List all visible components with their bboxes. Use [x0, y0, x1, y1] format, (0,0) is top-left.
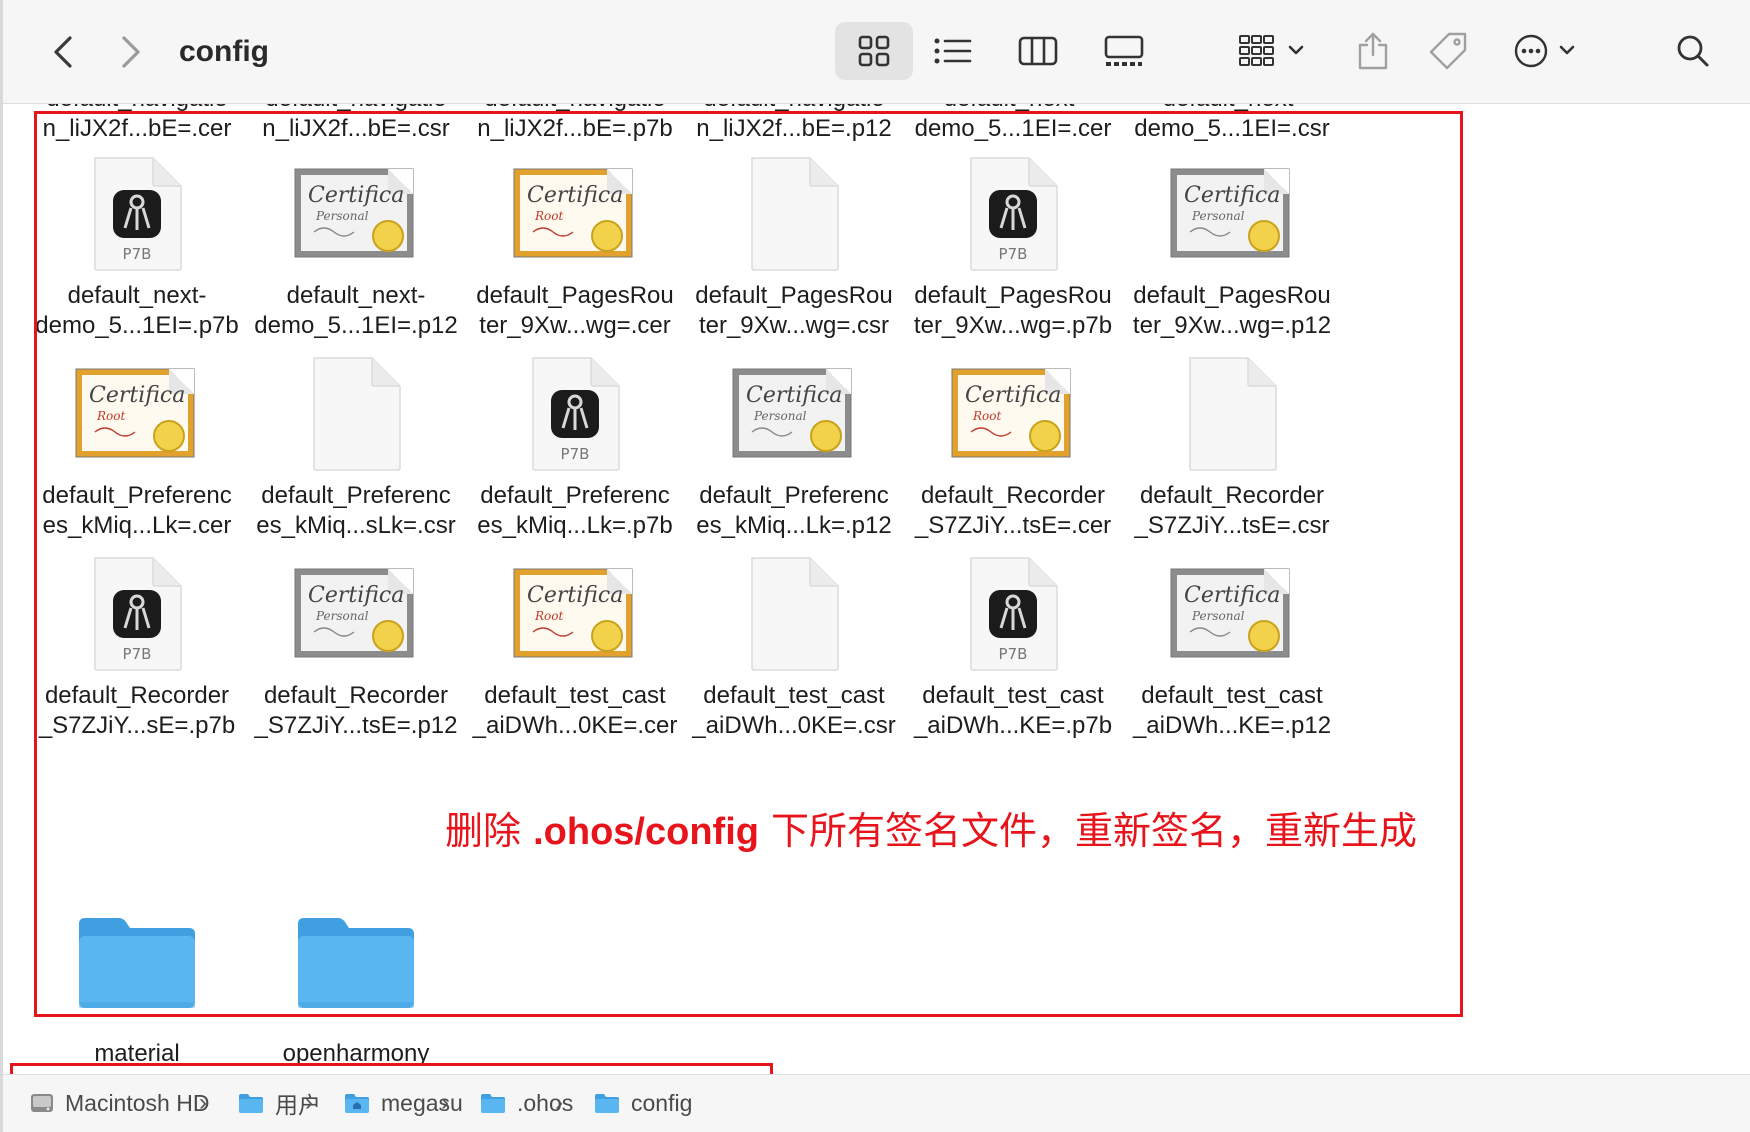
toolbar: config: [3, 0, 1750, 104]
tag-icon: [1429, 32, 1467, 70]
highlight-box-files: [34, 111, 1463, 1017]
columns-icon: [1018, 36, 1058, 66]
path-separator: ›: [305, 1089, 313, 1116]
finder-window: config n_liJX2f...bE=.cer n_liJX2f...bE=…: [0, 0, 1750, 1132]
more-actions-button[interactable]: [1508, 22, 1588, 80]
path-bar: Macintosh HD › 用户 › megasu › .ohos › config: [3, 1074, 1750, 1132]
search-button[interactable]: [1668, 22, 1718, 80]
path-crumb-label: Macintosh HD: [65, 1089, 210, 1116]
share-icon: [1358, 32, 1388, 70]
folder-icon: [479, 1091, 507, 1115]
window-title: config: [179, 35, 269, 68]
grid-icon: [858, 35, 890, 67]
path-crumb-label: .ohos: [517, 1089, 574, 1116]
share-button[interactable]: [1348, 22, 1398, 80]
tags-button[interactable]: [1423, 22, 1473, 80]
home-folder-icon: [343, 1091, 371, 1115]
path-separator: ›: [555, 1089, 563, 1116]
column-view-button[interactable]: [1008, 22, 1068, 80]
icon-view-button[interactable]: [835, 22, 913, 80]
path-separator: ›: [441, 1089, 449, 1116]
path-crumb-label: megasu: [381, 1089, 463, 1116]
list-view-button[interactable]: [923, 22, 983, 80]
folder-icon: [237, 1091, 265, 1115]
chevron-left-icon: [54, 36, 72, 68]
gallery-view-button[interactable]: [1093, 22, 1155, 80]
path-crumb-label: 用户: [275, 1092, 321, 1118]
group-button[interactable]: [1233, 22, 1313, 80]
path-crumb[interactable]: Macintosh HD: [29, 1085, 209, 1121]
folder-icon: [593, 1091, 621, 1115]
search-icon: [1677, 35, 1709, 67]
group-grid-icon: [1239, 35, 1304, 66]
path-crumb-label: config: [631, 1089, 693, 1116]
path-crumb[interactable]: config: [593, 1085, 692, 1121]
forward-button[interactable]: [111, 30, 151, 74]
annotation-text: 删除 .ohos/config 下所有签名文件，重新签名，重新生成: [445, 809, 1418, 853]
chevron-right-icon: [122, 36, 140, 68]
list-icon: [934, 38, 972, 64]
path-separator: ›: [199, 1089, 207, 1116]
gallery-icon: [1104, 35, 1144, 66]
back-button[interactable]: [43, 30, 83, 74]
ellipsis-circle-icon: [1514, 34, 1575, 68]
disk-icon: [29, 1091, 55, 1115]
